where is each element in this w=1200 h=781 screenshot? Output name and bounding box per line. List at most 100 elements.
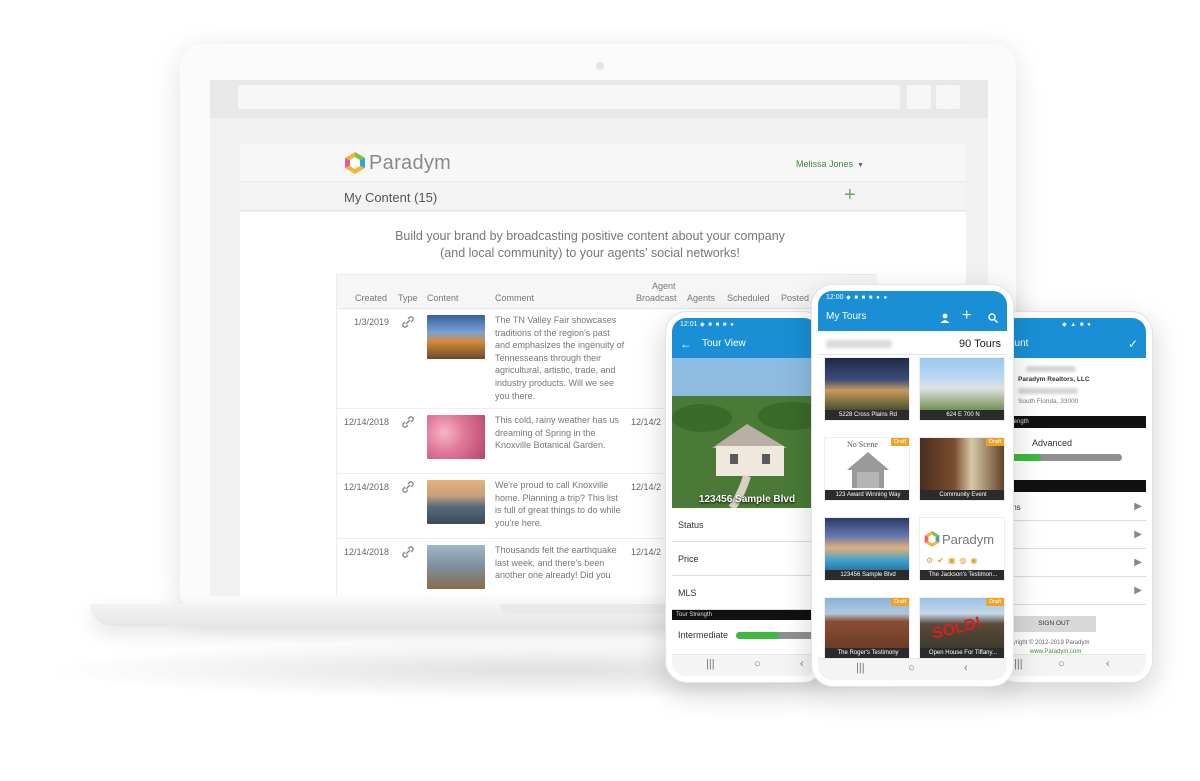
field-row-status[interactable]: Status: [672, 508, 818, 542]
tour-thumbnail: Paradym ⚙✔▣◍◉: [920, 518, 1004, 572]
col-agent[interactable]: Agent: [652, 281, 676, 292]
col-scheduled[interactable]: Scheduled: [727, 293, 770, 304]
redacted-text: [826, 340, 892, 348]
tour-hero-image[interactable]: [672, 358, 818, 511]
search-icon[interactable]: [988, 313, 998, 323]
add-tour-button[interactable]: +: [962, 307, 971, 325]
app-header: Paradym Melissa Jones ▼: [240, 144, 966, 182]
system-nav-bar: ||| ○ ‹: [1002, 654, 1146, 676]
user-icon[interactable]: [940, 313, 950, 323]
col-agents[interactable]: Agents: [687, 293, 715, 304]
chevron-right-icon: ▶: [1134, 557, 1142, 568]
content-thumbnail[interactable]: [427, 415, 485, 459]
back-icon[interactable]: ‹: [964, 662, 968, 674]
paradym-logo-icon: [345, 152, 365, 174]
tour-tile[interactable]: No Scene Draft 123 Award Winning Way: [824, 437, 910, 501]
redacted-text: [1026, 366, 1076, 372]
sign-out-button[interactable]: SIGN OUT: [1012, 616, 1096, 632]
tour-thumbnail: [825, 358, 909, 412]
tagline-line-1: Build your brand by broadcasting positiv…: [395, 229, 785, 243]
add-content-button[interactable]: +: [844, 185, 856, 205]
broadcast-date: 12/14/2: [631, 482, 662, 492]
tour-tile[interactable]: Draft Community Event: [919, 437, 1005, 501]
no-scene-label: No Scene: [847, 440, 878, 449]
home-icon[interactable]: ○: [908, 662, 915, 674]
notification-icons: ◆ ■ ■ ■ ●: [700, 322, 735, 328]
browser-button[interactable]: [936, 85, 960, 109]
copyright: opyright © 2012-2019 Paradym: [1006, 640, 1090, 646]
laptop-notch: [500, 604, 670, 614]
tour-strength-header: Tour Strength: [672, 610, 818, 620]
home-icon[interactable]: ○: [1058, 658, 1065, 670]
field-row-mls[interactable]: MLS: [672, 576, 818, 610]
content-bar: My Content (15) +: [240, 183, 966, 211]
tour-tile[interactable]: 123456 Sample Blvd: [824, 517, 910, 581]
link-icon: [402, 546, 414, 558]
content-thumbnail[interactable]: [427, 545, 485, 589]
draft-badge: Draft: [891, 598, 909, 606]
recent-apps-icon[interactable]: |||: [856, 662, 865, 674]
status-time: 12:00: [826, 294, 844, 301]
content-thumbnail[interactable]: [427, 315, 485, 359]
content-thumbnail[interactable]: [427, 480, 485, 524]
tile-logo-text: Paradym: [942, 532, 995, 547]
tour-tile[interactable]: 5228 Cross Plains Rd: [824, 357, 910, 421]
user-menu[interactable]: Melissa Jones ▼: [796, 159, 864, 169]
screen-title: Tour View: [702, 338, 746, 349]
screen-title: My Tours: [826, 311, 867, 322]
tours-subheader: 90 Tours: [818, 333, 1007, 355]
system-nav-bar: ||| ○ ‹: [818, 658, 1007, 680]
paradym-logo-icon: [924, 531, 940, 547]
chevron-right-icon: ▶: [1134, 529, 1142, 540]
broadcast-date: 12/14/2: [631, 417, 662, 427]
home-icon[interactable]: ○: [754, 658, 761, 670]
tour-caption: The Jackson's Testimon...: [920, 570, 1004, 580]
stage: Paradym Melissa Jones ▼ My Content (15) +…: [0, 0, 1200, 781]
tour-tile[interactable]: 624 E 700 N: [919, 357, 1005, 421]
strength-progress-fill: [736, 632, 779, 639]
back-icon[interactable]: ‹: [1106, 658, 1110, 670]
app-bar: My Tours +: [818, 305, 1007, 331]
system-nav-bar: ||| ○ ‹: [672, 654, 818, 676]
col-posted[interactable]: Posted: [781, 293, 809, 304]
url-field[interactable]: [238, 85, 900, 109]
menu-row[interactable]: ▶: [1002, 522, 1146, 549]
back-icon[interactable]: ‹: [800, 658, 804, 670]
phone-screen: 12:00 ◆ ■ ■ ■ ● ● My Tours + 90 Tours 52…: [818, 291, 1007, 680]
table-header: Created Type Content Comment Agent Broad…: [337, 275, 877, 309]
menu-row[interactable]: ▶: [1002, 550, 1146, 577]
house-placeholder-icon: [847, 452, 889, 488]
section-divider: [1002, 480, 1146, 492]
menu-row[interactable]: ▶: [1002, 578, 1146, 605]
hero-caption: 123456 Sample Blvd: [698, 494, 796, 505]
tour-tile[interactable]: Paradym ⚙✔▣◍◉ The Jackson's Testimon...: [919, 517, 1005, 581]
tour-thumbnail: [825, 518, 909, 572]
strength-header: Strength: [1002, 416, 1146, 428]
col-type[interactable]: Type: [398, 293, 418, 304]
menu-row[interactable]: ions▶: [1002, 494, 1146, 521]
tour-caption: Community Event: [920, 490, 1004, 500]
arrow-left-icon[interactable]: ←: [680, 337, 692, 351]
chevron-right-icon: ▶: [1134, 501, 1142, 512]
paradym-logo[interactable]: Paradym: [344, 151, 451, 175]
recent-apps-icon[interactable]: |||: [706, 658, 715, 670]
col-comment[interactable]: Comment: [495, 293, 534, 304]
col-created[interactable]: Created: [355, 293, 387, 304]
tour-tile[interactable]: SOLD! Draft Open House For Tiffany...: [919, 597, 1005, 659]
field-label: Status: [678, 520, 704, 530]
col-content[interactable]: Content: [427, 293, 459, 304]
check-icon[interactable]: ✓: [1128, 337, 1138, 351]
col-broadcast[interactable]: Broadcast: [636, 293, 677, 304]
tour-count: 90 Tours: [959, 338, 1001, 350]
phone-tour-view: 12:01 ◆ ■ ■ ■ ● ← Tour View 123456 Sampl…: [665, 311, 825, 683]
browser-button[interactable]: [907, 85, 931, 109]
field-row-price[interactable]: Price: [672, 542, 818, 576]
phone-my-tours: 12:00 ◆ ■ ■ ■ ● ● My Tours + 90 Tours 52…: [811, 284, 1014, 687]
tour-caption: 123 Award Winning Way: [825, 490, 909, 500]
chevron-right-icon: ▶: [1134, 585, 1142, 596]
tour-tile[interactable]: Draft The Roger's Testimony: [824, 597, 910, 659]
tour-thumbnail: No Scene: [825, 438, 909, 492]
comment-text: This cold, rainy weather has us dreaming…: [495, 415, 620, 451]
created-date: 12/14/2018: [343, 417, 389, 427]
recent-apps-icon[interactable]: |||: [1014, 658, 1023, 670]
